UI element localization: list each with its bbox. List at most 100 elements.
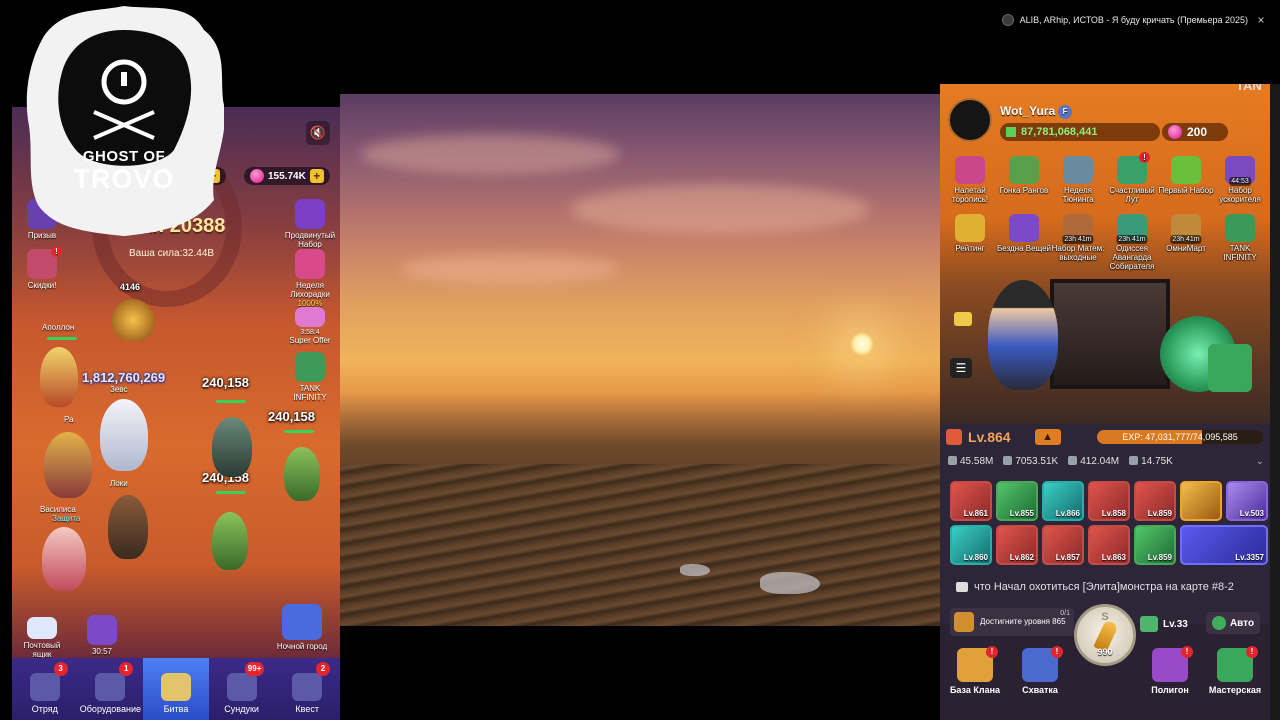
mailbox-button[interactable]: Почтовый ящик bbox=[14, 617, 70, 659]
trophy-icon bbox=[955, 214, 985, 242]
equipment-slot[interactable] bbox=[1180, 481, 1222, 521]
notification-badge: 2 bbox=[315, 662, 330, 676]
quest-box[interactable]: Достигните уровня 865 0/1 bbox=[950, 608, 1074, 636]
chevron-down-icon[interactable]: ⌄ bbox=[1256, 456, 1264, 467]
equipment-icon bbox=[95, 673, 126, 701]
event-booster-pack[interactable]: 44:53 Набор ускорителя bbox=[1212, 156, 1268, 204]
event-rating[interactable]: Рейтинг bbox=[942, 214, 998, 253]
equipment-slot[interactable]: Lv.3357 bbox=[1180, 525, 1268, 565]
notification-badge: ! bbox=[986, 646, 998, 658]
tab-equipment[interactable]: 1 Оборудование bbox=[78, 658, 144, 720]
event-timer: 44:53 bbox=[1229, 177, 1251, 186]
equipment-slot[interactable]: Lv.866 bbox=[1042, 481, 1084, 521]
hero-loki bbox=[108, 495, 148, 559]
notification-badge: ! bbox=[1051, 646, 1063, 658]
event-label: Счастливый Лут bbox=[1109, 186, 1155, 204]
event-abyss[interactable]: Бездна Вещей bbox=[996, 214, 1052, 253]
event-first-pack[interactable]: Первый Набор bbox=[1158, 156, 1214, 195]
stat-value: 45.58M bbox=[960, 455, 994, 467]
list-menu-icon[interactable]: ☰ bbox=[950, 358, 972, 378]
auto-button[interactable]: Авто bbox=[1206, 612, 1260, 634]
event-rank-race[interactable]: Гонка Рангов bbox=[996, 156, 1052, 195]
hero-apollo bbox=[40, 347, 78, 407]
event-icon: 44:53 bbox=[1225, 156, 1255, 186]
tab-battle[interactable]: Битва bbox=[143, 658, 209, 720]
advanced-pack-button[interactable]: Продвинутый Набор bbox=[282, 199, 338, 249]
event-rush[interactable]: Налетай торопись! bbox=[942, 156, 998, 204]
equipment-slot[interactable]: Lv.860 bbox=[950, 525, 992, 565]
event-timer: 23h 41m bbox=[1116, 235, 1148, 244]
tank-infinity-label: TANK INFINITY bbox=[293, 384, 327, 402]
gem-counter: 200 bbox=[1162, 123, 1228, 141]
level-row: Lv.864 ▲ bbox=[946, 426, 1061, 448]
tank-level[interactable]: Lv.33 bbox=[1140, 614, 1188, 634]
hero-ra bbox=[44, 432, 92, 498]
clan-base-button[interactable]: ! База Клана bbox=[944, 642, 1006, 704]
equipment-slot[interactable]: Lv.503 bbox=[1226, 481, 1268, 521]
event-timer: 23h 41m bbox=[1062, 235, 1094, 244]
smoke-emblem-icon bbox=[26, 6, 225, 236]
super-offer-button[interactable]: 3:58:4 Super Offer bbox=[282, 307, 338, 345]
equipment-slot[interactable]: Lv.857 bbox=[1042, 525, 1084, 565]
event-label: ОмниМарт bbox=[1166, 244, 1206, 253]
add-gem-button[interactable]: + bbox=[309, 169, 324, 183]
equipment-slot[interactable]: Lv.859 bbox=[1134, 525, 1176, 565]
enemy-goblin bbox=[284, 447, 320, 501]
fever-week-button[interactable]: Неделя Лихорадки 1000% bbox=[282, 249, 338, 308]
event-tuning-week[interactable]: Неделя Тюнинга bbox=[1050, 156, 1106, 204]
advanced-pack-label: Продвинутый Набор bbox=[284, 231, 336, 249]
equipment-slot[interactable]: Lv.863 bbox=[1088, 525, 1130, 565]
equipment-slot[interactable]: Lv.859 bbox=[1134, 481, 1176, 521]
event-tank-infinity[interactable]: TANK INFINITY bbox=[1212, 214, 1268, 262]
equipment-slot[interactable]: Lv.862 bbox=[996, 525, 1038, 565]
tank-icon bbox=[295, 352, 325, 382]
close-icon[interactable]: × bbox=[1254, 13, 1268, 27]
event-lucky-loot[interactable]: ! Счастливый Лут bbox=[1104, 152, 1160, 204]
level-up-button[interactable]: ▲ bbox=[1034, 429, 1061, 445]
workshop-button[interactable]: ! Мастерская bbox=[1204, 642, 1266, 704]
equipment-slot[interactable]: Lv.861 bbox=[950, 481, 992, 521]
garage-door bbox=[1050, 279, 1170, 389]
equipment-slot[interactable]: Lv.858 bbox=[1088, 481, 1130, 521]
tank-infinity-button[interactable]: TANK INFINITY bbox=[282, 352, 338, 402]
brawl-button[interactable]: ! Схватка bbox=[1009, 642, 1071, 704]
nav-label: Полигон bbox=[1151, 685, 1189, 695]
discounts-label: Скидки! bbox=[27, 281, 57, 290]
super-offer-label: Super Offer bbox=[289, 336, 331, 345]
quest-text: Достигните уровня 865 bbox=[980, 617, 1066, 626]
tab-squad[interactable]: 3 Отряд bbox=[12, 658, 78, 720]
hero-name: Аполлон bbox=[42, 323, 75, 332]
event-icon: 23h 41m bbox=[1116, 214, 1148, 244]
hero-name: Ра bbox=[64, 415, 74, 424]
avatar[interactable] bbox=[948, 98, 992, 142]
hero-status: Защита bbox=[52, 514, 81, 523]
event-icon: 23h 41m bbox=[1062, 214, 1094, 244]
hero-name: Зевс bbox=[110, 385, 128, 394]
hero-zeus bbox=[100, 399, 148, 471]
chat-line[interactable]: что Начал охотиться [Элита]монстра на ка… bbox=[956, 581, 1234, 593]
notification-badge: ! bbox=[1139, 152, 1150, 163]
discounts-button[interactable]: ! Скидки! bbox=[14, 246, 70, 290]
range-button[interactable]: ! Полигон bbox=[1139, 642, 1201, 704]
money-icon bbox=[1006, 127, 1016, 137]
squad-icon bbox=[29, 673, 60, 701]
tab-chests[interactable]: 99+ Сундуки bbox=[209, 658, 275, 720]
equipment-level: Lv.857 bbox=[1055, 553, 1080, 562]
event-odyssey[interactable]: 23h 41m Одиссея Авангарда Собирателя bbox=[1104, 214, 1160, 271]
night-city-button[interactable]: Ночной город bbox=[267, 604, 337, 651]
tab-label: Оборудование bbox=[79, 704, 141, 714]
hero-vasilisa bbox=[42, 527, 86, 591]
timed-reward-button[interactable]: 30:57 bbox=[74, 615, 130, 656]
event-weekend-pack[interactable]: 23h 41m Набор Матем: выходные bbox=[1050, 214, 1106, 262]
tab-quest[interactable]: 2 Квест bbox=[274, 658, 340, 720]
event-omnimart[interactable]: 23h 41m ОмниМарт bbox=[1158, 214, 1214, 253]
logo-line2: TROVO bbox=[73, 164, 175, 194]
reward-icon bbox=[87, 615, 117, 645]
right-bottom-nav: ! База Клана ! Схватка ! Полигон ! Масте… bbox=[940, 642, 1270, 704]
mute-sound-icon[interactable]: 🔇 bbox=[306, 121, 330, 145]
mail-icon[interactable] bbox=[954, 312, 972, 326]
notification-badge: 1 bbox=[119, 662, 134, 676]
night-city-label: Ночной город bbox=[276, 642, 328, 651]
heart-icon bbox=[1068, 455, 1078, 465]
equipment-slot[interactable]: Lv.855 bbox=[996, 481, 1038, 521]
